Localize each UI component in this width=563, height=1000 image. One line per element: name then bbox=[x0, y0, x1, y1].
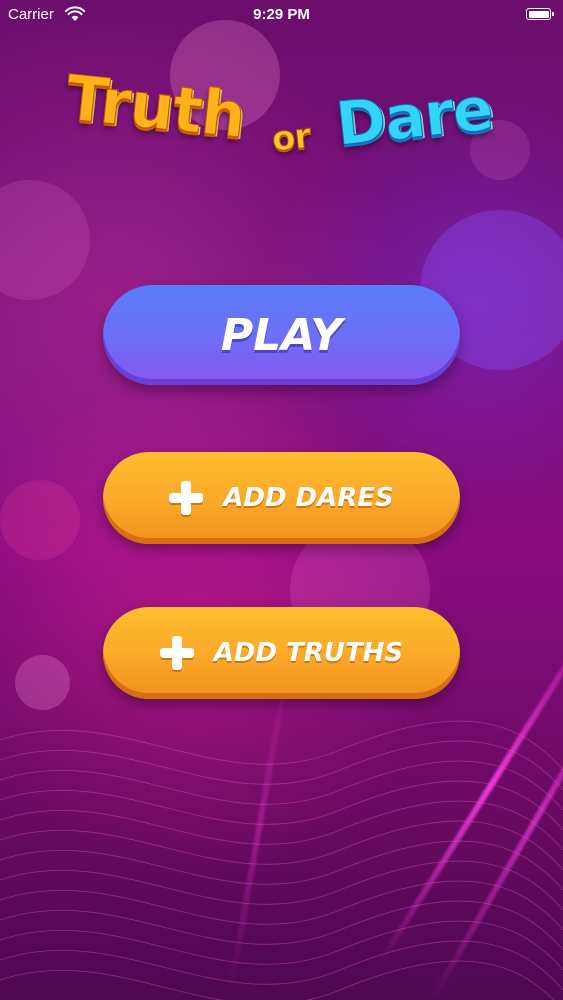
app-logo: Truth or Dare bbox=[0, 60, 563, 180]
add-dares-button[interactable]: ADD DARES bbox=[103, 452, 460, 544]
play-button-label: PLAY bbox=[220, 309, 343, 361]
play-button[interactable]: PLAY bbox=[103, 285, 460, 385]
bokeh-decoration bbox=[0, 180, 90, 300]
battery-icon bbox=[526, 8, 554, 20]
wave-pattern bbox=[0, 720, 563, 1000]
logo-word-or: or bbox=[270, 116, 313, 161]
status-bar: Carrier 9:29 PM bbox=[0, 0, 563, 30]
clock: 9:29 PM bbox=[253, 6, 310, 23]
add-truths-label: ADD TRUTHS bbox=[213, 638, 404, 668]
home-screen: Carrier 9:29 PM Truth or Dare PLAY ADD D… bbox=[0, 0, 563, 1000]
add-truths-button[interactable]: ADD TRUTHS bbox=[103, 607, 460, 699]
logo-word-truth: Truth bbox=[62, 60, 249, 153]
add-dares-label: ADD DARES bbox=[223, 483, 394, 513]
plus-icon bbox=[169, 481, 204, 515]
plus-icon bbox=[159, 636, 194, 670]
bokeh-decoration bbox=[0, 480, 80, 560]
logo-word-dare: Dare bbox=[332, 74, 496, 161]
